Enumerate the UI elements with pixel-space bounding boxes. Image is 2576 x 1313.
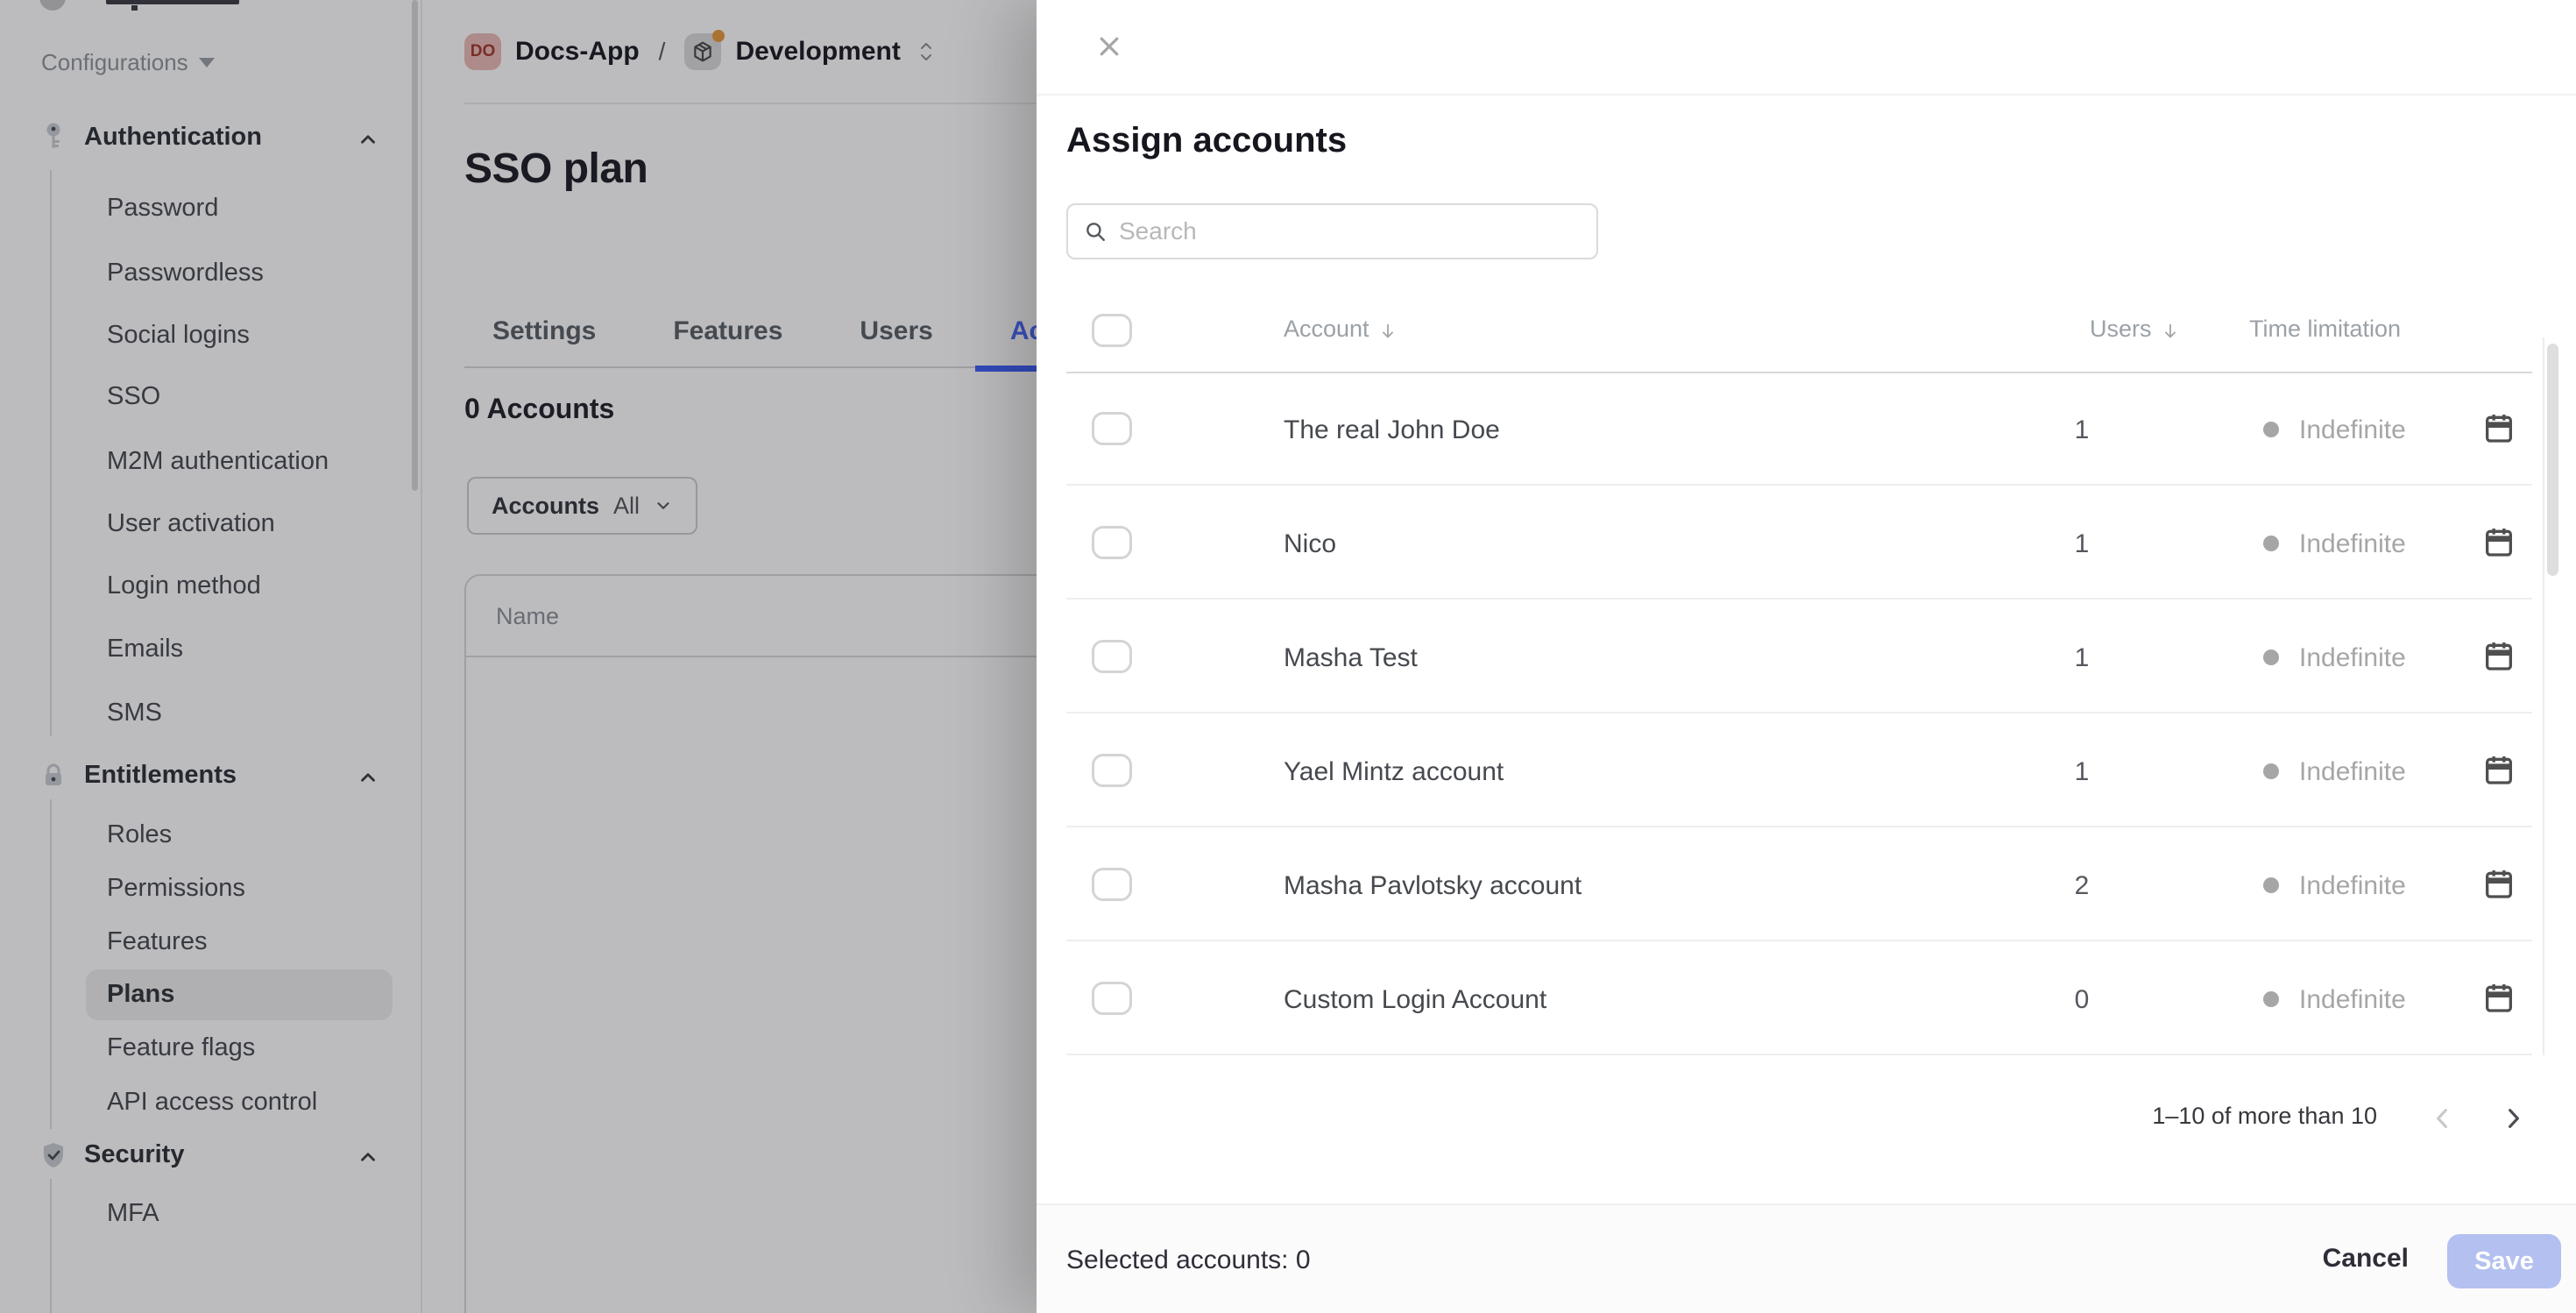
sort-descending-icon	[2161, 320, 2180, 339]
calendar-icon[interactable]	[2481, 980, 2516, 1018]
users-column-header[interactable]: Users	[2090, 316, 2180, 343]
account-name: Masha Pavlotsky account	[1284, 871, 1582, 901]
account-row[interactable]: Nico 1 Indefinite	[1037, 486, 2576, 600]
save-button[interactable]: Save	[2447, 1234, 2561, 1288]
table-bottom-border	[1066, 1054, 2532, 1055]
row-checkbox[interactable]	[1092, 982, 1132, 1015]
modal-header	[1037, 0, 2576, 96]
status-dot	[2263, 649, 2279, 665]
time-limitation-value: Indefinite	[2299, 643, 2406, 673]
sort-descending-icon	[1378, 320, 1398, 339]
calendar-icon[interactable]	[2481, 524, 2516, 563]
account-name: Custom Login Account	[1284, 985, 1546, 1015]
account-name: Yael Mintz account	[1284, 757, 1504, 787]
account-name: Masha Test	[1284, 643, 1418, 673]
row-checkbox[interactable]	[1092, 412, 1132, 445]
calendar-icon[interactable]	[2481, 866, 2516, 905]
table-header-row: Account Users Time limitation	[1037, 289, 2576, 373]
users-count: 2	[2053, 871, 2111, 901]
pagination-next-icon[interactable]	[2499, 1104, 2527, 1132]
status-dot	[2263, 877, 2279, 893]
modal-title: Assign accounts	[1066, 121, 1347, 160]
account-row[interactable]: Masha Test 1 Indefinite	[1037, 600, 2576, 713]
account-name: Nico	[1284, 529, 1336, 559]
account-name: The real John Doe	[1284, 415, 1500, 445]
row-checkbox[interactable]	[1092, 640, 1132, 673]
search-box	[1066, 203, 1598, 259]
time-limitation-value: Indefinite	[2299, 415, 2406, 445]
search-input[interactable]	[1119, 217, 1581, 245]
table-scrollbar-track	[2543, 337, 2544, 1055]
close-icon[interactable]	[1096, 33, 1122, 60]
users-count: 1	[2053, 643, 2111, 673]
calendar-icon[interactable]	[2481, 410, 2516, 449]
calendar-icon[interactable]	[2481, 752, 2516, 791]
pagination-range: 1–10 of more than 10	[2152, 1103, 2377, 1130]
account-row[interactable]: Custom Login Account 0 Indefinite	[1037, 941, 2576, 1055]
time-limitation-value: Indefinite	[2299, 985, 2406, 1015]
calendar-icon[interactable]	[2481, 638, 2516, 677]
assign-accounts-modal: Assign accounts Account Users Time limit…	[1037, 0, 2576, 1313]
users-count: 1	[2053, 415, 2111, 445]
account-column-header[interactable]: Account	[1284, 316, 1398, 343]
row-checkbox[interactable]	[1092, 526, 1132, 559]
account-row[interactable]: Yael Mintz account 1 Indefinite	[1037, 713, 2576, 827]
status-dot	[2263, 991, 2279, 1007]
status-dot	[2263, 763, 2279, 779]
users-count: 1	[2053, 529, 2111, 559]
search-icon	[1084, 220, 1107, 243]
status-dot	[2263, 536, 2279, 551]
row-checkbox[interactable]	[1092, 868, 1132, 901]
account-row[interactable]: Masha Pavlotsky account 2 Indefinite	[1037, 827, 2576, 941]
time-limitation-value: Indefinite	[2299, 871, 2406, 901]
time-limitation-value: Indefinite	[2299, 757, 2406, 787]
modal-footer: Selected accounts: 0 Cancel Save	[1037, 1203, 2576, 1313]
status-dot	[2263, 422, 2279, 437]
account-row[interactable]: The real John Doe 1 Indefinite	[1037, 372, 2576, 486]
time-limitation-column-header: Time limitation	[2249, 316, 2401, 343]
select-all-checkbox[interactable]	[1092, 314, 1132, 347]
cancel-button[interactable]: Cancel	[2323, 1244, 2409, 1274]
users-count: 0	[2053, 985, 2111, 1015]
table-scrollbar-thumb[interactable]	[2547, 344, 2558, 576]
users-count: 1	[2053, 757, 2111, 787]
time-limitation-value: Indefinite	[2299, 529, 2406, 559]
selected-accounts-count: Selected accounts: 0	[1066, 1246, 1311, 1275]
row-checkbox[interactable]	[1092, 754, 1132, 787]
pagination-prev-icon[interactable]	[2429, 1104, 2457, 1132]
